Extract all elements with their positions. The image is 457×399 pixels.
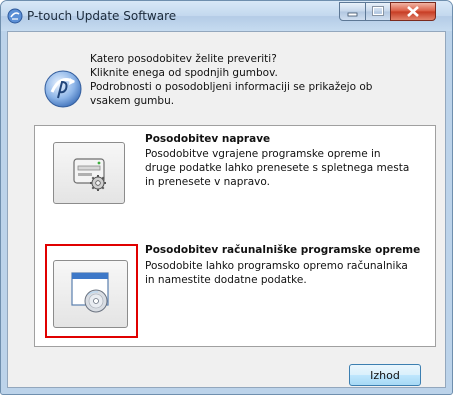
- dialog-content: Katero posodobitev želite preveriti? Kli…: [7, 31, 446, 388]
- computer-software-update-button[interactable]: [53, 260, 128, 328]
- intro-line: Kliknite enega od spodnjih gumbov.: [90, 67, 278, 79]
- computer-software-update-title: Posodobitev računalniške programske opre…: [145, 244, 421, 256]
- exit-button[interactable]: Izhod: [349, 364, 421, 386]
- device-update-description: Posodobitve vgrajene programske opreme i…: [145, 147, 409, 189]
- intro-line: Podrobnosti o posodobljeni informaciji s…: [90, 81, 373, 93]
- minimize-icon: [347, 12, 358, 17]
- intro-text: Katero posodobitev želite preveriti? Kli…: [90, 52, 372, 108]
- device-update-button[interactable]: [53, 142, 125, 204]
- description-line: in prenesete v napravo.: [145, 176, 270, 188]
- ptouch-logo-icon: [44, 70, 82, 108]
- minimize-button[interactable]: [339, 2, 366, 21]
- maximize-button[interactable]: [365, 2, 391, 21]
- device-update-title: Posodobitev naprave: [145, 133, 271, 145]
- printer-gear-icon: [73, 158, 106, 191]
- close-icon: [407, 6, 419, 17]
- close-button[interactable]: [390, 2, 436, 21]
- description-line: druge podatke lahko prenesete s spletneg…: [145, 162, 410, 174]
- computer-software-update-description: Posodobite lahko programsko opremo račun…: [145, 259, 408, 287]
- intro-line: vsakem gumbu.: [90, 95, 175, 107]
- window-disc-icon: [71, 272, 109, 313]
- window-title: P-touch Update Software: [27, 9, 177, 23]
- options-panel: Posodobitev naprave Posodobitve vgrajene…: [34, 125, 436, 347]
- description-line: Posodobitve vgrajene programske opreme i…: [145, 148, 381, 160]
- update-dialog-window: P-touch Update Software Katero posodobit…: [0, 0, 453, 395]
- intro-line: Katero posodobitev želite preveriti?: [90, 53, 277, 65]
- title-bar[interactable]: P-touch Update Software: [1, 1, 452, 31]
- ptouch-app-icon: [7, 8, 23, 24]
- description-line: in namestite dodatne podatke.: [145, 274, 307, 286]
- maximize-icon: [372, 6, 384, 16]
- description-line: Posodobite lahko programsko opremo račun…: [145, 260, 408, 272]
